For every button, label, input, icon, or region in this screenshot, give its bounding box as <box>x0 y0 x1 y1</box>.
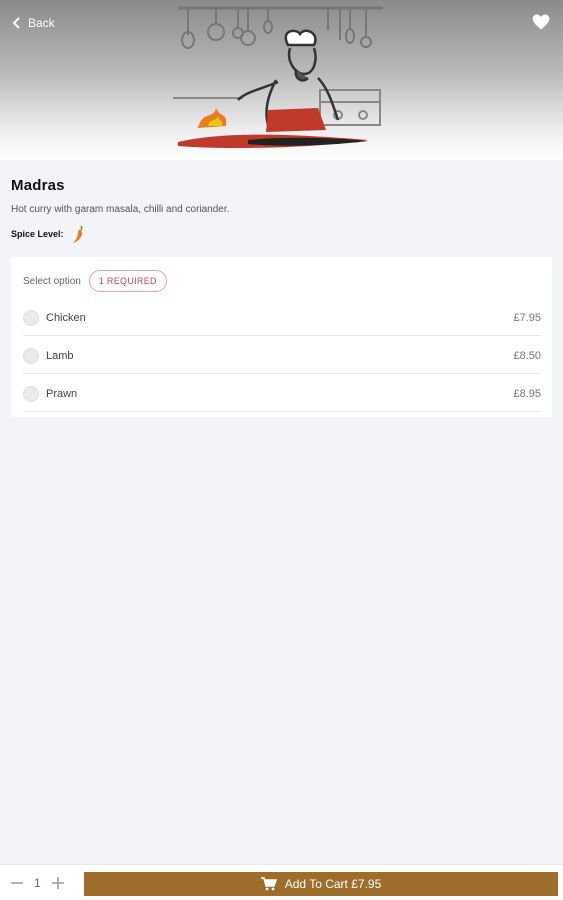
spice-level: Spice Level: <box>11 224 86 244</box>
favorite-heart-icon[interactable] <box>531 12 551 32</box>
option-price: £7.95 <box>513 311 541 324</box>
chef-illustration <box>173 6 383 148</box>
cart-icon <box>260 877 277 891</box>
options-card: Select option 1 REQUIRED Chicken £7.95 L… <box>11 257 552 417</box>
chilli-icon <box>72 225 83 243</box>
option-name: Lamb <box>46 349 74 362</box>
back-button[interactable]: Back <box>12 12 55 34</box>
option-price: £8.95 <box>513 387 541 400</box>
option-price: £8.50 <box>513 349 541 362</box>
chevron-left-icon <box>12 17 20 29</box>
header-banner: Back <box>0 0 563 160</box>
option-name: Chicken <box>46 311 86 324</box>
radio-button[interactable] <box>23 385 39 402</box>
back-label: Back <box>28 16 55 30</box>
item-title: Madras <box>11 177 65 194</box>
quantity-value: 1 <box>34 876 41 890</box>
add-to-cart-button[interactable]: Add To Cart £7.95 <box>84 872 558 896</box>
options-label: Select option <box>23 275 81 287</box>
spice-level-label: Spice Level: <box>11 229 64 239</box>
quantity-stepper: 1 <box>10 871 65 895</box>
required-badge: 1 REQUIRED <box>88 270 167 292</box>
options-header: Select option 1 REQUIRED <box>23 269 167 293</box>
item-description: Hot curry with garam masala, chilli and … <box>11 204 230 215</box>
minus-icon[interactable] <box>10 876 24 890</box>
option-name: Prawn <box>46 387 78 400</box>
plus-icon[interactable] <box>51 876 65 890</box>
option-chicken[interactable]: Chicken £7.95 <box>23 300 541 336</box>
item-detail-page: Back Madras Hot curry with garam masala,… <box>0 0 563 900</box>
radio-button[interactable] <box>23 347 39 364</box>
option-prawn[interactable]: Prawn £8.95 <box>23 376 541 412</box>
radio-button[interactable] <box>23 309 39 326</box>
option-lamb[interactable]: Lamb £8.50 <box>23 338 541 374</box>
add-to-cart-label: Add To Cart £7.95 <box>284 877 382 891</box>
cart-footer: 1 Add To Cart £7.95 <box>0 864 563 900</box>
